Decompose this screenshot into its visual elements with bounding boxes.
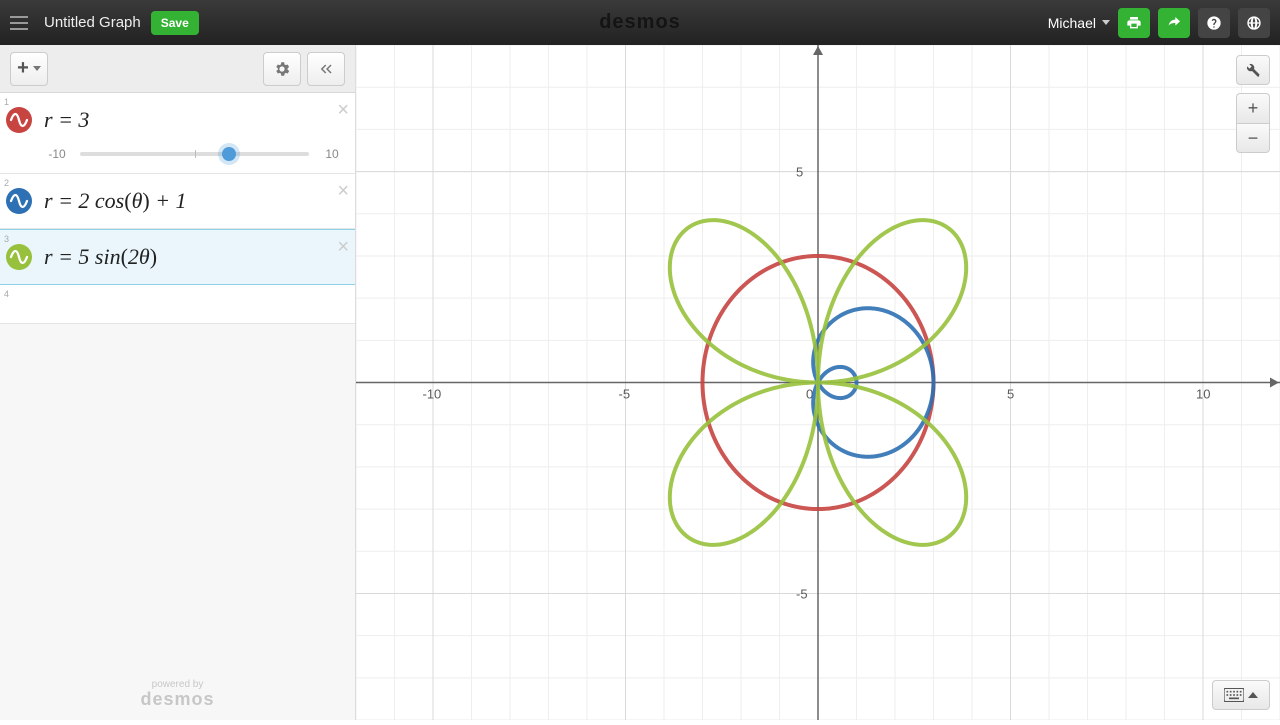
chevron-up-icon [1248,692,1258,698]
svg-text:5: 5 [1007,387,1014,402]
keyboard-toggle[interactable] [1212,680,1270,710]
zoom-out-button[interactable]: − [1236,123,1270,153]
expression-row-3[interactable]: 3 r = 5 sin(2θ)× [0,229,355,285]
expression-row-2[interactable]: 2 r = 2 cos(θ) + 1× [0,174,355,229]
color-swatch[interactable] [6,107,32,133]
slider-thumb[interactable] [222,147,236,161]
help-button[interactable] [1198,8,1230,38]
delete-expression-button[interactable]: × [337,99,349,122]
slider-min[interactable]: -10 [44,147,70,161]
svg-text:-10: -10 [423,387,442,402]
expression-row-1[interactable]: 1 r = 3× -10 10 [0,93,355,174]
wave-icon [9,247,29,267]
language-button[interactable] [1238,8,1270,38]
svg-text:-5: -5 [796,586,808,601]
expression-panel: + 1r = 3×-10102r = 2 cos(θ) + 1×3r = 5 s… [0,45,356,720]
print-button[interactable] [1118,8,1150,38]
menu-button[interactable] [0,0,38,45]
zoom-in-button[interactable]: + [1236,93,1270,123]
expression-index: 4 [4,289,9,299]
share-button[interactable] [1158,8,1190,38]
expression-input[interactable]: r = 5 sin(2θ) [38,230,355,284]
expression-index: 1 [4,97,9,107]
wrench-icon [1245,62,1261,78]
svg-text:5: 5 [796,165,803,180]
slider-max[interactable]: 10 [319,147,345,161]
plot-canvas[interactable]: -10-50510-55 [356,45,1280,720]
user-menu[interactable]: Michael [1048,15,1110,31]
graph-area[interactable]: -10-50510-55 + − [356,45,1280,720]
wave-icon [9,191,29,211]
graph-settings-button[interactable] [263,52,301,86]
document-title[interactable]: Untitled Graph [44,14,141,31]
expression-input[interactable]: r = 3 [38,93,355,147]
globe-icon [1246,15,1262,31]
save-button[interactable]: Save [151,11,199,35]
expression-input[interactable]: r = 2 cos(θ) + 1 [38,174,355,228]
expression-input[interactable] [38,285,355,323]
chevron-double-left-icon [317,60,335,78]
print-icon [1126,15,1142,31]
share-icon [1166,15,1182,31]
expression-index: 2 [4,178,9,188]
help-icon [1206,15,1222,31]
wrench-button[interactable] [1236,55,1270,85]
svg-text:-5: -5 [619,387,631,402]
keyboard-icon [1224,688,1244,702]
chevron-down-icon [1102,20,1110,25]
variable-slider[interactable]: -10 10 [0,147,355,173]
expression-row-4[interactable]: 4 [0,285,355,324]
gear-icon [273,60,291,78]
expression-toolbar: + [0,45,355,93]
brand-logo: desmos [599,11,681,34]
add-expression-button[interactable]: + [10,52,48,86]
app-header: Untitled Graph Save desmos Michael [0,0,1280,45]
user-name: Michael [1048,15,1096,31]
wave-icon [9,110,29,130]
color-swatch[interactable] [6,244,32,270]
expression-index: 3 [4,234,9,244]
collapse-panel-button[interactable] [307,52,345,86]
delete-expression-button[interactable]: × [337,236,349,259]
powered-by: powered by desmos [0,679,355,710]
color-swatch[interactable] [6,188,32,214]
delete-expression-button[interactable]: × [337,180,349,203]
svg-text:10: 10 [1196,387,1210,402]
slider-track[interactable] [80,152,309,156]
